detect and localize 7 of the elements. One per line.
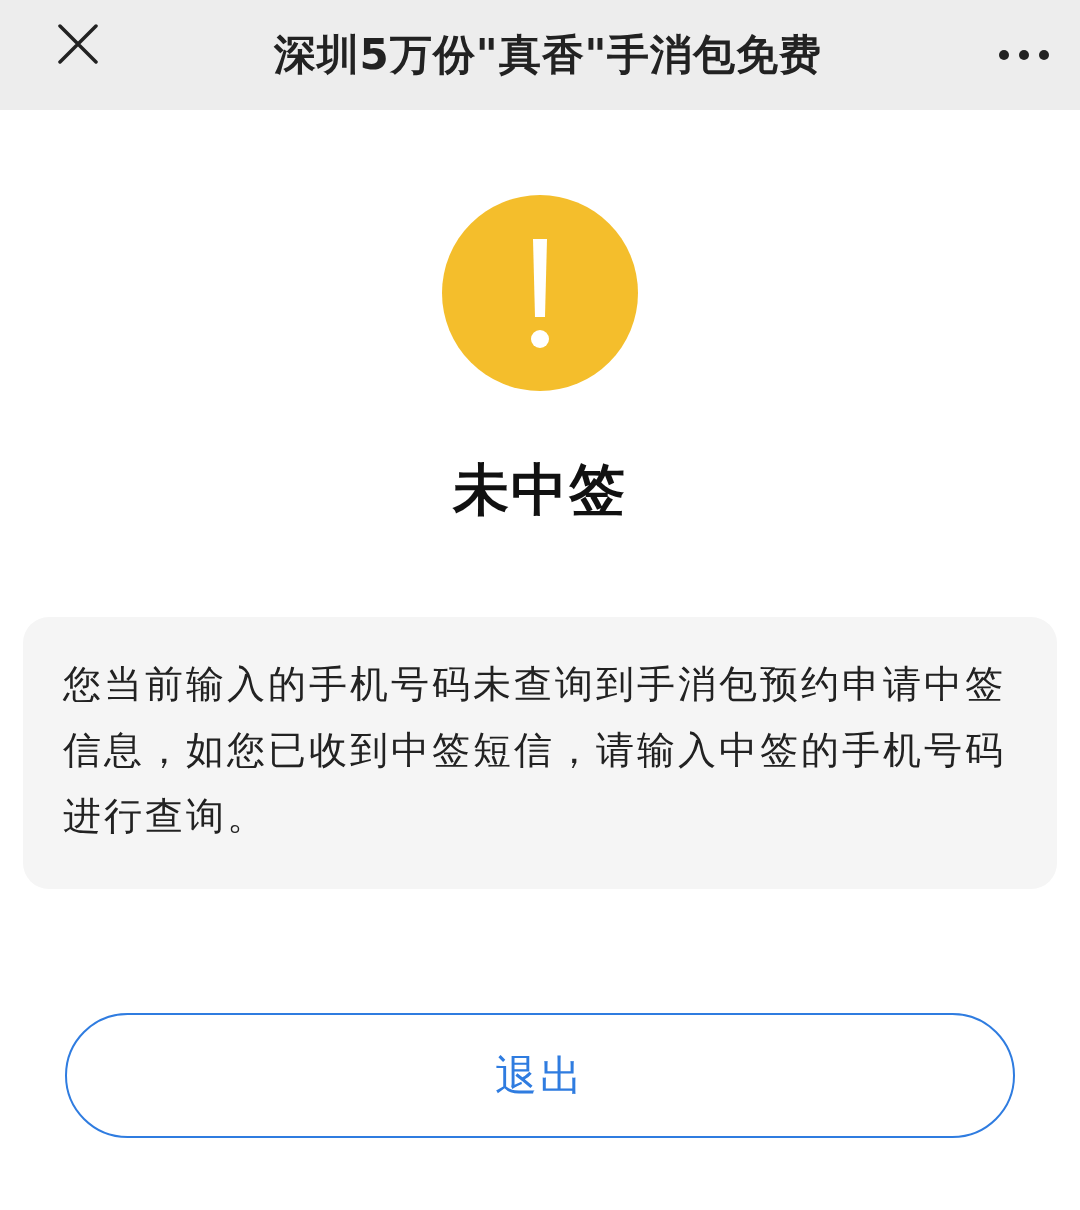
exit-button[interactable]: 退出	[65, 1013, 1015, 1138]
message-text: 您当前输入的手机号码未查询到手消包预约申请中签信息，如您已收到中签短信，请输入中签的手机号码进行查询。	[63, 661, 1007, 840]
close-icon[interactable]	[58, 24, 98, 64]
page-title: 深圳5万份"真香"手消包免费	[272, 29, 824, 81]
result-title: 未中签	[453, 456, 627, 524]
warning-icon	[442, 195, 638, 391]
more-icon[interactable]	[998, 49, 1050, 61]
